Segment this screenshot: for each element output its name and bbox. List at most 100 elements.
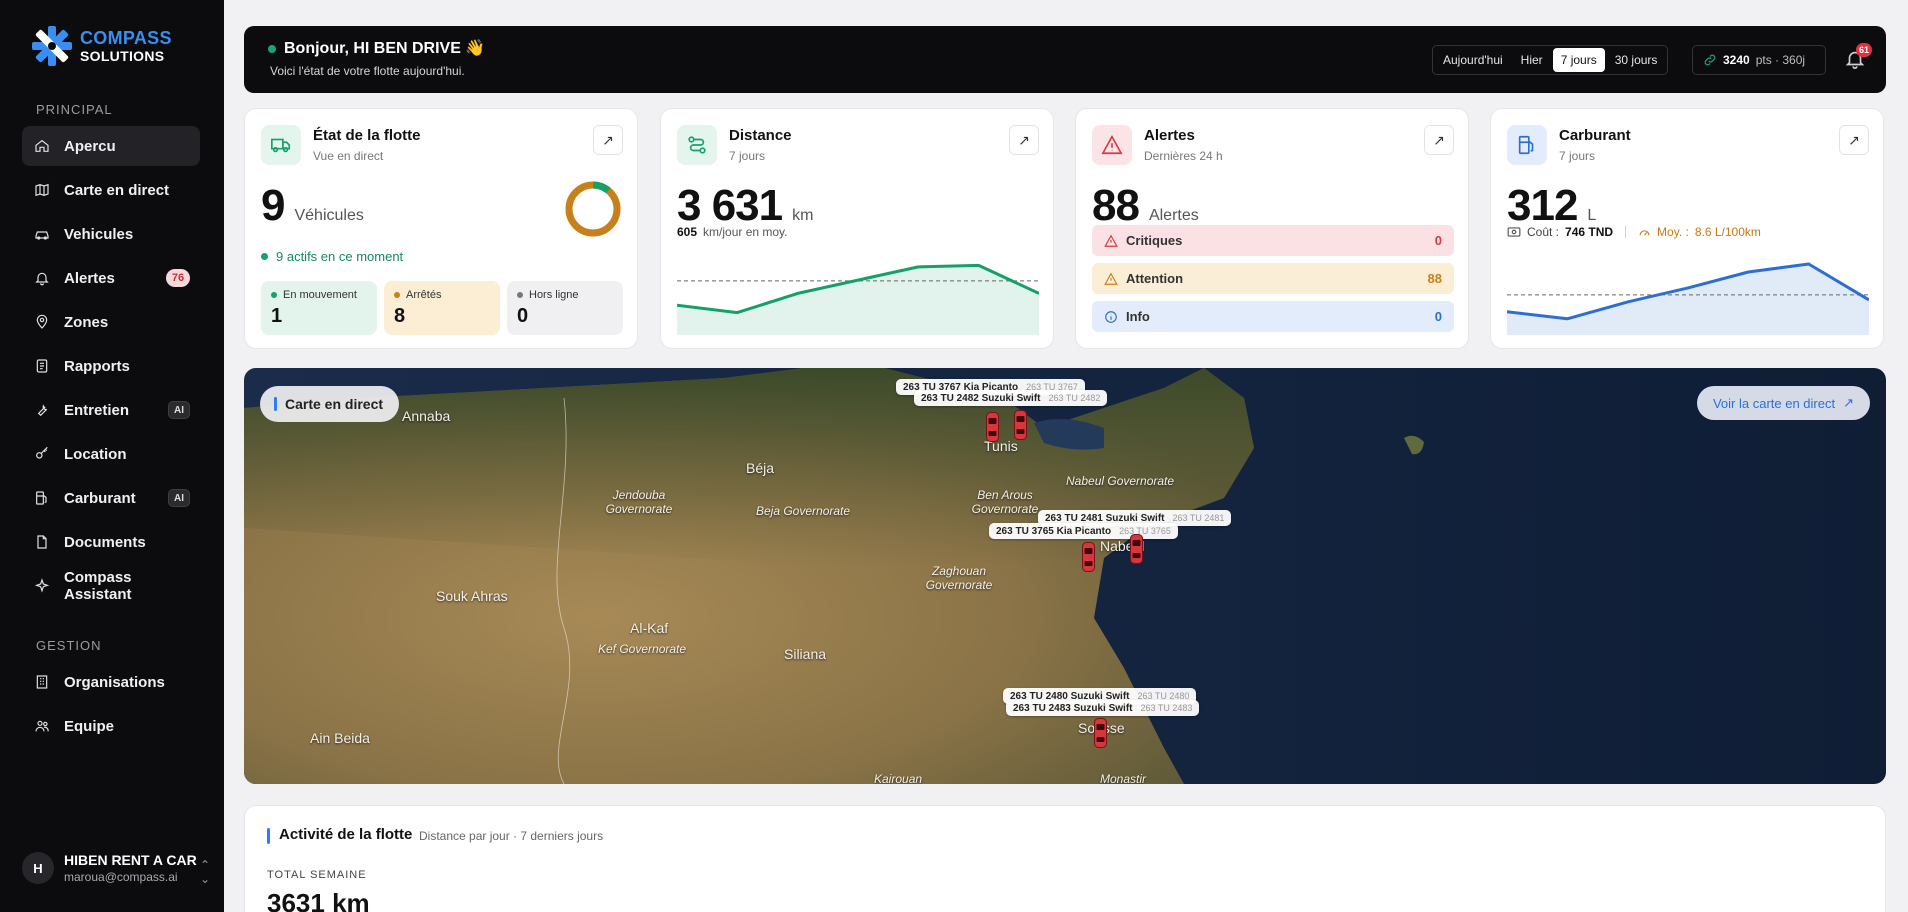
greeting-subtitle: Voici l'état de votre flotte aujourd'hui… [270,64,465,78]
open-fleet-button[interactable]: ↗ [593,125,623,155]
offline-stat[interactable]: Hors ligne 0 [507,281,623,335]
info-icon [1105,310,1117,323]
offline-value: 0 [517,305,529,327]
fuel-value: 312 [1507,181,1578,230]
fuel-avg-value: 8.6 L/100km [1694,225,1761,239]
sidebar-item-entretien[interactable]: Entretien AI [22,390,200,430]
team-icon [35,720,49,732]
sidebar-item-carte[interactable]: Carte en direct [22,170,200,210]
document-icon [37,535,47,549]
fleet-donut-chart [565,181,621,237]
place-label: Kairouan [874,772,923,784]
period-30-days[interactable]: 30 jours [1607,48,1666,72]
offline-dot [517,292,523,298]
place-label: Zaghouan Governorate [925,564,993,592]
key-icon [36,446,48,459]
alert-row-value: 0 [1434,309,1442,324]
card-title: Distance [729,127,792,144]
arrow-up-right-icon: ↗ [602,131,614,148]
user-menu[interactable]: H HIBEN RENT A CAR maroua@compass.ai ⌃ ⌄ [22,848,212,888]
satellite-map-image [244,368,1886,784]
fuel-details: Coût : 746 TND Moy. : 8.6 L/100km [1507,225,1761,239]
period-today[interactable]: Aujourd'hui [1435,48,1511,72]
sidebar-item-carburant[interactable]: Carburant AI [22,478,200,518]
alerts-count-badge: 76 [166,269,190,287]
vehicle-tag[interactable]: 263 TU 2483 Suzuki Swift 263 TU 2483 [1006,700,1200,716]
sidebar-item-alertes[interactable]: Alertes 76 [22,258,200,298]
car-marker-icon[interactable] [986,412,999,442]
open-alerts-button[interactable]: ↗ [1424,125,1454,155]
open-live-map-button[interactable]: Voir la carte en direct ↗ [1696,386,1870,420]
vehicle-plate: 263 TU 2481 [1172,513,1225,523]
moving-dot [271,292,277,298]
car-marker-icon[interactable] [1014,410,1027,440]
card-subtitle: 7 jours [1559,149,1596,163]
activity-title: Activité de la flotte [279,826,413,843]
alert-row-critical[interactable]: Critiques 0 [1092,225,1454,256]
fuel-cost-label: Coût : [1527,225,1560,239]
alerts-unit: Alertes [1148,207,1199,224]
sidebar-item-label: Documents [64,533,146,551]
brand-logo[interactable]: COMPASS SOLUTIONS [30,24,172,68]
place-label: Annaba [402,408,451,424]
sidebar-item-assistant[interactable]: Compass Assistant [22,566,200,606]
stopped-value: 8 [394,305,406,327]
active-vehicles-text: 9 actifs en ce moment [276,249,404,264]
sidebar-item-label: Location [64,445,127,463]
stopped-stat[interactable]: Arrêtés 8 [384,281,500,335]
place-label: Béja [746,460,775,476]
sidebar-item-zones[interactable]: Zones [22,302,200,342]
moving-label: En mouvement [283,289,357,301]
period-7-days[interactable]: 7 jours [1552,48,1605,72]
active-vehicles-line: 9 actifs en ce moment [261,249,403,264]
place-label: Souk Ahras [436,588,508,604]
sidebar-item-apercu[interactable]: Apercu [22,126,200,166]
bell-icon [35,272,49,286]
notification-count-badge: 61 [1856,43,1873,57]
vehicle-tag[interactable]: 263 TU 3765 Kia Picanto 263 TU 3765 [989,523,1178,539]
open-live-map-label: Voir la carte en direct [1712,395,1836,411]
sidebar-item-location[interactable]: Location [22,434,200,474]
sidebar-item-label: Zones [64,313,109,331]
fuel-pump-icon [1507,125,1547,165]
alert-row-info[interactable]: Info 0 [1092,301,1454,332]
brand-line2: SOLUTIONS [80,48,165,64]
fleet-status-card: État de la flotte Vue en direct ↗ 9 Véhi… [244,108,638,349]
car-marker-icon[interactable] [1130,534,1143,564]
sidebar-item-equipe[interactable]: Equipe [22,706,200,746]
sidebar-item-documents[interactable]: Documents [22,522,200,562]
map-title: Carte en direct [285,396,384,412]
car-marker-icon[interactable] [1094,718,1107,748]
home-icon [35,139,49,152]
sidebar-item-vehicules[interactable]: Vehicules [22,214,200,254]
vehicle-plate: 263 TU 2483 [1140,703,1193,713]
place-label: Nabeul Governorate [1066,474,1175,488]
fuel-sparkline [1507,262,1869,335]
arrow-up-right-icon: ↗ [1433,131,1445,148]
link-icon [1704,54,1716,66]
sidebar-item-label: Entretien [64,401,130,419]
open-distance-button[interactable]: ↗ [1009,125,1039,155]
points-badge[interactable]: 3240 pts · 360j [1692,45,1826,75]
place-label: Ain Beida [310,730,370,746]
card-title: Carburant [1559,127,1631,144]
period-yesterday[interactable]: Hier [1513,48,1551,72]
car-marker-icon[interactable] [1082,542,1095,572]
alert-row-warning[interactable]: Attention 88 [1092,263,1454,294]
distance-card: Distance 7 jours ↗ 3 631 km 605 km/jour e… [660,108,1054,349]
gauge-icon [1639,229,1650,236]
card-subtitle: Dernières 24 h [1144,149,1223,163]
vehicle-tag[interactable]: 263 TU 2482 Suzuki Swift 263 TU 2482 [914,390,1108,406]
section-accent-bar [267,828,270,844]
open-fuel-button[interactable]: ↗ [1839,125,1869,155]
fuel-unit: L [1587,207,1597,224]
sidebar-item-label: Carte en direct [64,181,170,199]
warning-icon [1104,234,1118,247]
live-map[interactable]: Carte en direct Voir la carte en direct … [244,368,1886,784]
sidebar-item-label: Rapports [64,357,130,375]
truck-icon [261,125,301,165]
moving-stat[interactable]: En mouvement 1 [261,281,377,335]
sidebar-item-rapports[interactable]: Rapports [22,346,200,386]
brand-line1: COMPASS [80,28,172,48]
sidebar-item-organisations[interactable]: Organisations [22,662,200,702]
